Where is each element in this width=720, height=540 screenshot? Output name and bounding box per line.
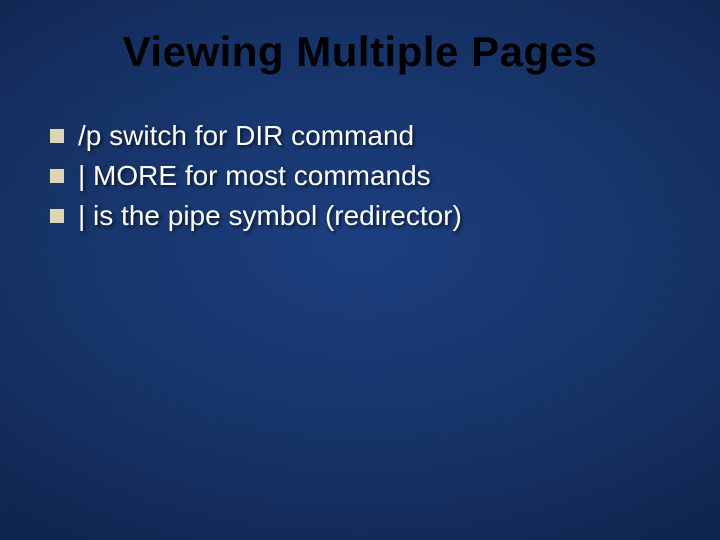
bullet-text: | MORE for most commands [78, 158, 431, 194]
square-bullet-icon [50, 209, 64, 223]
bullet-text: /p switch for DIR command [78, 118, 414, 154]
list-item: | MORE for most commands [50, 158, 680, 194]
list-item: | is the pipe symbol (redirector) [50, 198, 680, 234]
slide-title: Viewing Multiple Pages [40, 28, 680, 76]
bullet-list: /p switch for DIR command | MORE for mos… [40, 118, 680, 234]
square-bullet-icon [50, 129, 64, 143]
list-item: /p switch for DIR command [50, 118, 680, 154]
bullet-text: | is the pipe symbol (redirector) [78, 198, 462, 234]
square-bullet-icon [50, 169, 64, 183]
slide: Viewing Multiple Pages /p switch for DIR… [0, 0, 720, 540]
